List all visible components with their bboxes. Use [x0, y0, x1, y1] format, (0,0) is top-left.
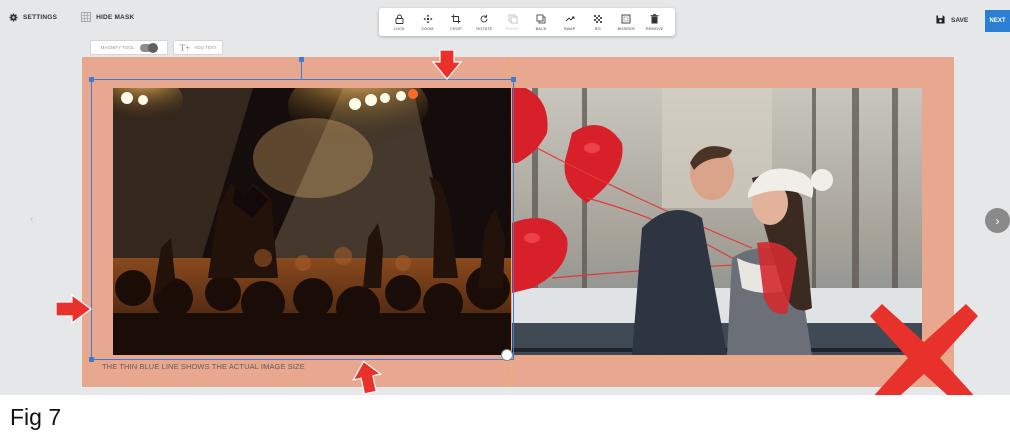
- tool-front[interactable]: FRONT: [502, 13, 524, 31]
- image-selection-box[interactable]: [91, 79, 514, 360]
- magnify-toggle[interactable]: [140, 42, 159, 53]
- annotation-arrow-right: [56, 294, 92, 324]
- add-text-button[interactable]: T+ ADD TEXT: [173, 40, 223, 55]
- red-cross-mark-icon: [870, 304, 978, 395]
- tool-lock-label: LOCK: [393, 27, 405, 31]
- image-size-caption: THE THIN BLUE LINE SHOWS THE ACTUAL IMAG…: [102, 362, 305, 371]
- couple-with-heart-balloons-photo[interactable]: [512, 88, 922, 355]
- gear-icon: [9, 12, 18, 22]
- tool-swap[interactable]: SWAP: [559, 13, 581, 31]
- next-page-arrow[interactable]: ›: [985, 208, 1010, 233]
- tool-back-label: BACK: [535, 27, 547, 31]
- add-text-label: ADD TEXT: [194, 45, 217, 50]
- bg-icon: [592, 13, 603, 24]
- settings-label: SETTINGS: [23, 13, 58, 21]
- rotate-handle-stem: [301, 60, 302, 80]
- save-label: SAVE: [951, 17, 969, 24]
- resize-handle-bottom-left[interactable]: [89, 357, 94, 362]
- tool-front-label: FRONT: [505, 27, 520, 31]
- tool-border-label: BORDER: [617, 27, 636, 31]
- front-icon: [507, 13, 518, 24]
- tool-remove[interactable]: REMOVE: [644, 13, 666, 31]
- image-toolbar: LOCK ZOOM CROP ROTATE FRONT BACK SWAP BG…: [379, 8, 675, 36]
- tool-border[interactable]: BORDER: [615, 13, 637, 31]
- next-button[interactable]: NEXT: [985, 10, 1010, 32]
- zoom-handle[interactable]: [501, 349, 513, 361]
- tool-back[interactable]: BACK: [530, 13, 552, 31]
- text-icon: T+: [179, 42, 191, 53]
- tool-crop-label: CROP: [450, 27, 462, 31]
- border-icon: [621, 13, 632, 24]
- save-button[interactable]: SAVE: [936, 15, 968, 26]
- tool-bg[interactable]: BG: [587, 13, 609, 31]
- resize-handle-top-right[interactable]: [511, 77, 516, 82]
- hide-mask-button[interactable]: HIDE MASK: [81, 12, 134, 22]
- settings-button[interactable]: SETTINGS: [9, 12, 58, 22]
- tool-zoom[interactable]: ZOOM: [417, 13, 439, 31]
- magnify-tool-label: MAGNIFY TOOL: [100, 45, 135, 50]
- top-left-controls: SETTINGS HIDE MASK: [9, 12, 134, 22]
- magnify-tool[interactable]: MAGNIFY TOOL: [90, 40, 168, 55]
- tool-zoom-label: ZOOM: [421, 27, 434, 31]
- floppy-disk-icon: [936, 15, 945, 26]
- annotation-arrow-up: [352, 360, 382, 394]
- tool-lock[interactable]: LOCK: [388, 13, 410, 31]
- canvas-subtools: MAGNIFY TOOL T+ ADD TEXT: [90, 40, 223, 55]
- back-icon: [536, 13, 547, 24]
- trash-icon: [649, 13, 660, 24]
- figure-label: Fig 7: [10, 404, 62, 430]
- swap-icon: [564, 13, 575, 24]
- tool-bg-label: BG: [594, 27, 601, 31]
- photo-book-editor: SETTINGS HIDE MASK LOCK ZOOM CROP ROTATE: [0, 0, 1010, 395]
- grid-icon: [81, 12, 92, 22]
- rotate-icon: [479, 13, 490, 24]
- previous-page-arrow[interactable]: ‹: [30, 214, 33, 225]
- zoom-icon: [422, 13, 433, 24]
- resize-handle-top-left[interactable]: [89, 77, 94, 82]
- crop-icon: [450, 13, 461, 24]
- tool-remove-label: REMOVE: [645, 27, 664, 31]
- lock-icon: [394, 13, 405, 24]
- hide-mask-label: HIDE MASK: [96, 13, 135, 21]
- tool-crop[interactable]: CROP: [445, 13, 467, 31]
- tool-rotate-label: ROTATE: [476, 27, 493, 31]
- annotation-arrow-down: [432, 50, 462, 80]
- tool-swap-label: SWAP: [563, 27, 576, 31]
- tool-rotate[interactable]: ROTATE: [473, 13, 495, 31]
